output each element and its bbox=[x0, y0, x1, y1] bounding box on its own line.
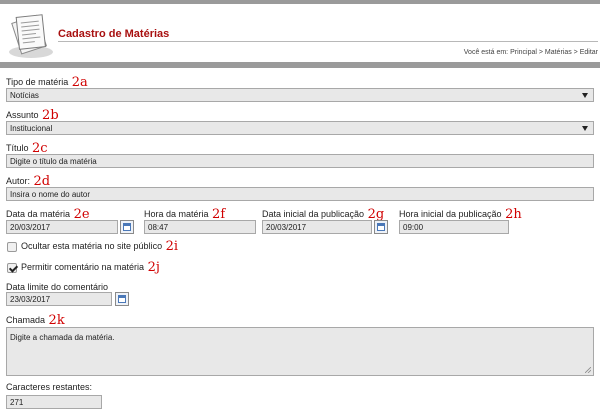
data-publicacao-label: Data inicial da publicação 2g bbox=[262, 206, 384, 222]
hora-publicacao-label-text: Hora inicial da publicação bbox=[399, 209, 502, 219]
data-materia-label-text: Data da matéria bbox=[6, 209, 71, 219]
data-materia-calendar-button[interactable] bbox=[120, 220, 134, 234]
data-publicacao-input[interactable]: 20/03/2017 bbox=[262, 220, 372, 234]
data-limite-input[interactable]: 23/03/2017 bbox=[6, 292, 112, 306]
autor-label-text: Autor: bbox=[6, 176, 31, 186]
header-bottom-rule bbox=[0, 62, 600, 68]
data-publicacao-label-text: Data inicial da publicação bbox=[262, 209, 365, 219]
data-materia-label: Data da matéria 2e bbox=[6, 206, 90, 222]
tipo-select-value: Notícias bbox=[10, 91, 39, 100]
resize-grip-icon[interactable] bbox=[585, 367, 591, 373]
hora-materia-label: Hora da matéria 2f bbox=[144, 206, 225, 222]
dropdown-arrow-icon bbox=[582, 126, 588, 131]
autor-label: Autor: 2d bbox=[6, 173, 50, 189]
titulo-label-text: Título bbox=[6, 143, 29, 153]
hora-materia-input[interactable]: 08:47 bbox=[144, 220, 256, 234]
annotation-2i: 2i bbox=[165, 239, 179, 254]
assunto-label: Assunto 2b bbox=[6, 107, 59, 123]
dropdown-arrow-icon bbox=[582, 93, 588, 98]
data-materia-input[interactable]: 20/03/2017 bbox=[6, 220, 118, 234]
titulo-label: Título 2c bbox=[6, 140, 48, 156]
annotation-2k: 2k bbox=[48, 313, 65, 328]
data-publicacao-calendar-button[interactable] bbox=[374, 220, 388, 234]
permitir-label: Permitir comentário na matéria 2j bbox=[21, 259, 160, 275]
chamada-label-text: Chamada bbox=[6, 315, 46, 325]
permitir-checkbox[interactable] bbox=[7, 263, 17, 273]
data-limite-calendar-button[interactable] bbox=[115, 292, 129, 306]
hora-publicacao-input[interactable]: 09:00 bbox=[399, 220, 509, 234]
hora-publicacao-label: Hora inicial da publicação 2h bbox=[399, 206, 522, 222]
assunto-label-text: Assunto bbox=[6, 110, 39, 120]
chamada-textarea[interactable]: Digite a chamada da matéria. bbox=[6, 327, 594, 376]
breadcrumb: Você está em: Principal > Matérias > Edi… bbox=[463, 49, 598, 56]
ocultar-label: Ocultar esta matéria no site público 2i bbox=[21, 238, 179, 254]
assunto-select-value: Institucional bbox=[10, 124, 53, 133]
page-title: Cadastro de Matérias bbox=[58, 28, 170, 40]
chamada-label: Chamada 2k bbox=[6, 312, 65, 328]
autor-input[interactable]: Insira o nome do autor bbox=[6, 187, 594, 201]
hora-materia-label-text: Hora da matéria bbox=[144, 209, 209, 219]
page-header: Cadastro de Matérias Você está em: Princ… bbox=[0, 4, 600, 62]
tipo-label-text: Tipo de matéria bbox=[6, 77, 69, 87]
titulo-input[interactable]: Digite o título da matéria bbox=[6, 154, 594, 168]
data-limite-label: Data limite do comentário bbox=[6, 282, 109, 292]
ocultar-label-text: Ocultar esta matéria no site público bbox=[21, 241, 163, 251]
assunto-select[interactable]: Institucional bbox=[6, 121, 594, 135]
caracteres-label: Caracteres restantes: bbox=[6, 382, 93, 392]
documents-logo-icon bbox=[9, 14, 53, 58]
chamada-textarea-value: Digite a chamada da matéria. bbox=[10, 333, 115, 342]
header-divider bbox=[58, 41, 598, 42]
caracteres-counter: 271 bbox=[6, 395, 102, 409]
ocultar-checkbox[interactable] bbox=[7, 242, 17, 252]
annotation-2j: 2j bbox=[147, 260, 160, 275]
tipo-label: Tipo de matéria 2a bbox=[6, 74, 88, 90]
tipo-select[interactable]: Notícias bbox=[6, 88, 594, 102]
permitir-label-text: Permitir comentário na matéria bbox=[21, 262, 145, 272]
